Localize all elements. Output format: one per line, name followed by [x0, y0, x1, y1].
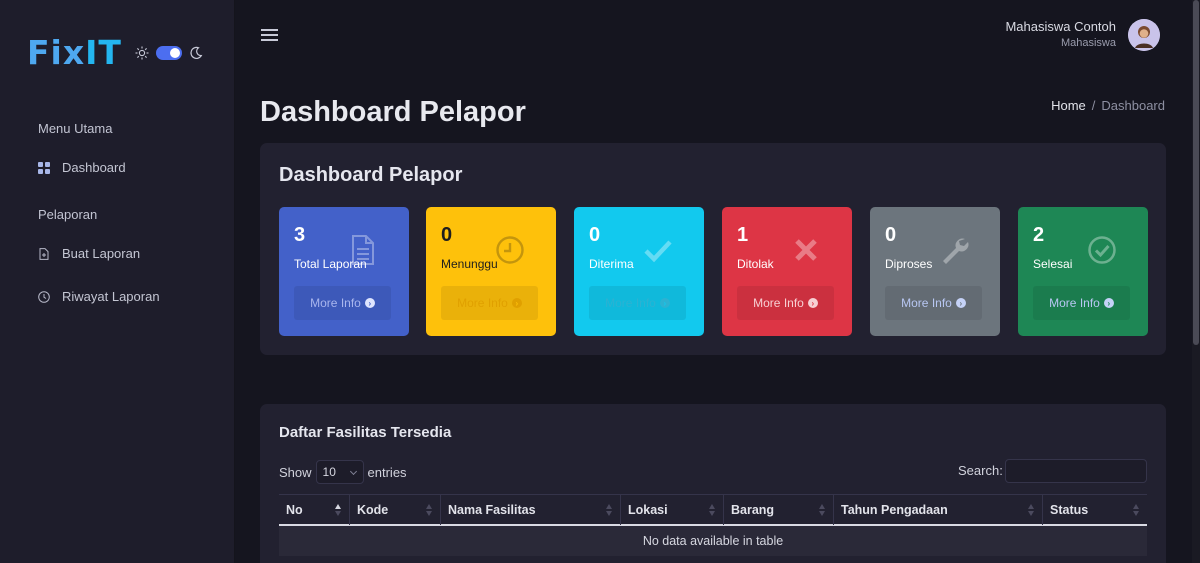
- more-info-button[interactable]: More Info ›: [1033, 286, 1130, 320]
- table-empty-row: No data available in table: [279, 526, 1147, 556]
- arrow-right-circle-icon: ›: [807, 298, 818, 308]
- breadcrumb: Home / Dashboard: [1051, 98, 1165, 113]
- brand-logo[interactable]: FixIT: [27, 33, 122, 72]
- file-plus-icon: [39, 247, 49, 260]
- stat-value: 0: [589, 224, 601, 246]
- wrench-icon: [943, 238, 969, 264]
- more-info-button[interactable]: More Info ›: [294, 286, 391, 320]
- column-header-lokasi[interactable]: Lokasi: [620, 495, 723, 525]
- arrow-right-circle-icon: ›: [1103, 298, 1114, 308]
- sort-icon: [709, 504, 715, 516]
- sidebar-item-buat-laporan[interactable]: Buat Laporan: [38, 246, 140, 261]
- user-info[interactable]: Mahasiswa Contoh Mahasiswa: [1005, 19, 1116, 49]
- stat-card-menunggu: 0 Menunggu More Info ›: [426, 207, 556, 336]
- stat-value: 2: [1033, 224, 1045, 246]
- stat-label: Ditolak: [737, 257, 774, 271]
- search-label: Search:: [958, 463, 1003, 478]
- theme-switch[interactable]: [156, 46, 182, 60]
- stat-card-diterima: 0 Diterima More Info ›: [574, 207, 704, 336]
- column-header-tahun-pengadaan[interactable]: Tahun Pengadaan: [833, 495, 1042, 525]
- stat-value: 0: [441, 224, 453, 246]
- stat-label: Diproses: [885, 257, 933, 271]
- breadcrumb-home-link[interactable]: Home: [1051, 98, 1086, 113]
- column-header-no[interactable]: No: [279, 495, 349, 525]
- facilities-table: No Kode Nama Fasilitas Lokasi Barang Tah…: [279, 494, 1147, 556]
- sidebar-item-label: Riwayat Laporan: [62, 289, 160, 304]
- avatar-image: [1128, 19, 1160, 51]
- more-info-button[interactable]: More Info ›: [441, 286, 538, 320]
- check-circle-icon: [1088, 236, 1116, 264]
- x-icon: [795, 239, 817, 261]
- sidebar-item-label: Dashboard: [62, 160, 126, 175]
- menu-section-pelaporan: Pelaporan: [38, 207, 98, 222]
- table-header-row: No Kode Nama Fasilitas Lokasi Barang Tah…: [279, 494, 1147, 526]
- sidebar-item-riwayat-laporan[interactable]: Riwayat Laporan: [38, 289, 160, 304]
- sort-icon: [426, 504, 432, 516]
- column-header-status[interactable]: Status: [1042, 495, 1147, 525]
- column-header-barang[interactable]: Barang: [723, 495, 833, 525]
- entries-select[interactable]: 10: [315, 460, 364, 484]
- breadcrumb-current: Dashboard: [1101, 98, 1165, 113]
- facilities-panel: Daftar Fasilitas Tersedia Show 10 entrie…: [260, 404, 1166, 563]
- arrow-right-circle-icon: ›: [659, 298, 670, 308]
- hamburger-menu-icon[interactable]: [261, 29, 278, 43]
- stat-card-selesai: 2 Selesai More Info ›: [1018, 207, 1148, 336]
- stat-card-ditolak: 1 Ditolak More Info ›: [722, 207, 852, 336]
- more-info-button[interactable]: More Info ›: [885, 286, 982, 320]
- show-label: Show: [279, 464, 312, 480]
- stat-card-diproses: 0 Diproses More Info ›: [870, 207, 1000, 336]
- stat-value: 0: [885, 224, 897, 246]
- user-role: Mahasiswa: [1060, 37, 1116, 49]
- stats-panel: Dashboard Pelapor 3 Total Laporan More I…: [260, 143, 1166, 355]
- sort-icon: [1133, 504, 1139, 516]
- arrow-right-circle-icon: ›: [955, 298, 966, 308]
- stat-value: 3: [294, 224, 306, 246]
- page-title: Dashboard Pelapor: [260, 96, 526, 128]
- search-input[interactable]: [1005, 459, 1147, 483]
- stats-panel-title: Dashboard Pelapor: [279, 164, 463, 186]
- sort-icon: [1028, 504, 1034, 516]
- stat-label: Menunggu: [441, 257, 498, 271]
- stat-value: 1: [737, 224, 749, 246]
- more-info-button[interactable]: More Info ›: [589, 286, 686, 320]
- clock-icon: [38, 290, 50, 303]
- column-header-nama-fasilitas[interactable]: Nama Fasilitas: [440, 495, 620, 525]
- sort-asc-icon: [335, 504, 341, 516]
- column-header-kode[interactable]: Kode: [349, 495, 440, 525]
- sidebar-item-label: Buat Laporan: [62, 246, 141, 261]
- more-info-button[interactable]: More Info ›: [737, 286, 834, 320]
- switch-knob: [170, 48, 180, 58]
- sun-icon: [135, 46, 149, 60]
- moon-icon: [190, 46, 203, 60]
- stat-label: Total Laporan: [294, 257, 367, 271]
- stat-card-total-laporan: 3 Total Laporan More Info ›: [279, 207, 409, 336]
- sidebar-item-dashboard[interactable]: Dashboard: [38, 160, 126, 175]
- breadcrumb-separator: /: [1091, 98, 1096, 113]
- clock-icon: [496, 236, 524, 264]
- grid-icon: [38, 161, 50, 174]
- arrow-right-circle-icon: ›: [364, 298, 375, 308]
- show-entries-control: Show 10 entries: [279, 460, 407, 484]
- stat-label: Diterima: [589, 257, 634, 271]
- stat-label: Selesai: [1033, 257, 1073, 271]
- entries-label: entries: [367, 464, 407, 480]
- scrollbar-thumb[interactable]: [1193, 0, 1199, 345]
- sort-icon: [606, 504, 612, 516]
- menu-section-utama: Menu Utama: [38, 121, 113, 136]
- facilities-panel-title: Daftar Fasilitas Tersedia: [279, 424, 452, 441]
- sidebar: FixIT Menu Utama Dashboard Pelaporan Bua…: [0, 0, 235, 563]
- chevron-down-icon: [349, 467, 357, 476]
- sort-icon: [819, 504, 825, 516]
- check-icon: [644, 240, 672, 263]
- page-scrollbar[interactable]: [1192, 0, 1200, 563]
- theme-toggle[interactable]: [135, 46, 203, 60]
- avatar[interactable]: [1128, 19, 1160, 51]
- arrow-right-circle-icon: ›: [511, 298, 522, 308]
- user-name: Mahasiswa Contoh: [1005, 19, 1116, 34]
